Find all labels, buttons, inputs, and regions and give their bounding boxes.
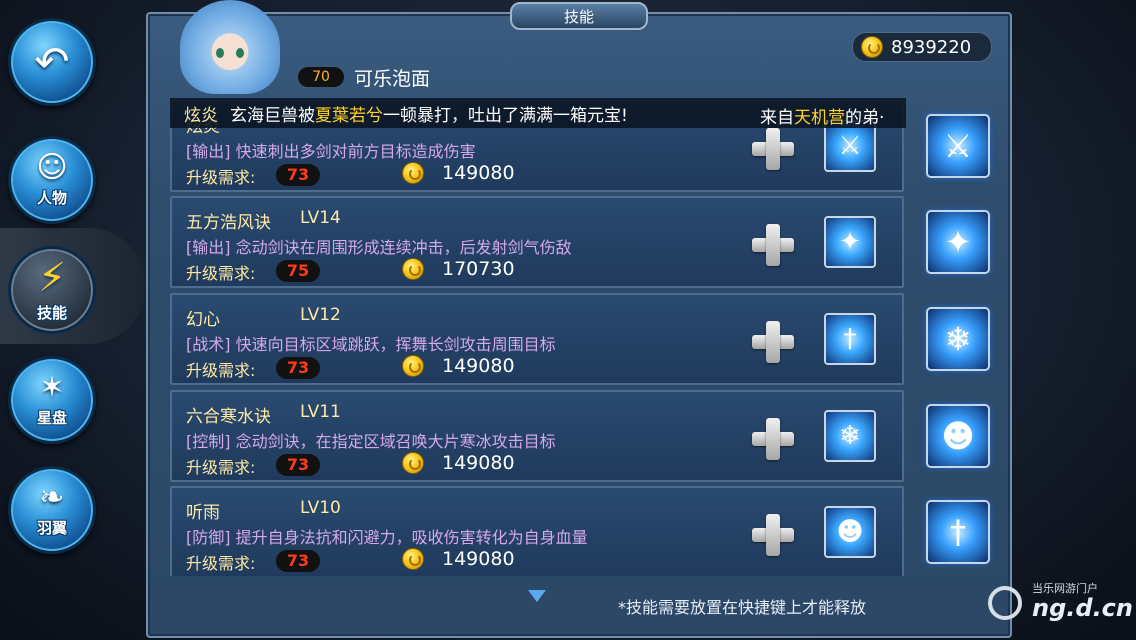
sidebar-item-star-chart[interactable]: ✶ 星盘 <box>8 356 96 444</box>
gold-coin-icon <box>402 548 424 570</box>
broadcast-player-name: 夏葉若兮 <box>315 105 383 126</box>
scroll-down-arrow-icon[interactable] <box>528 590 546 602</box>
sword-aura-skill-icon: ✦ <box>824 216 876 268</box>
upgrade-plus-button[interactable] <box>752 128 794 170</box>
required-level-badge: 75 <box>276 260 320 282</box>
gold-amount: 8939220 <box>891 36 972 58</box>
player-level-badge: 70 <box>298 67 344 87</box>
upgrade-plus-button[interactable] <box>752 514 794 556</box>
skill-level: LV14 <box>300 208 341 228</box>
equipped-skill-slot-4[interactable]: ☻ <box>926 404 990 468</box>
skill-name: 幻心 <box>186 310 220 330</box>
broadcast-source-guild: 天机营 <box>794 108 845 128</box>
ice-crystal-skill-icon: ❄ <box>944 320 972 358</box>
player-name: 可乐泡面 <box>354 68 431 90</box>
skill-row[interactable]: 六合寒水诀 LV11 [控制] 念动剑诀，在指定区域召唤大片寒冰攻击目标 升级需… <box>170 390 904 482</box>
skill-list[interactable]: 炫炎 [输出] 快速刺出多剑对前方目标造成伤害 升级需求: 73 149080 … <box>170 100 906 576</box>
character-icon: ☺ <box>36 149 68 185</box>
sword-aura-skill-icon: ✦ <box>944 223 972 261</box>
upgrade-cost: 149080 <box>442 355 515 377</box>
panel-title: 技能 <box>510 2 648 30</box>
upgrade-requirement-label: 升级需求: <box>186 264 256 283</box>
required-level-badge: 73 <box>276 454 320 476</box>
footer-hint: *技能需要放置在快捷键上才能释放 <box>618 598 867 617</box>
upgrade-cost: 149080 <box>442 452 515 474</box>
gold-display: 8939220 <box>852 32 992 62</box>
broadcast-text-after: 一顿暴打，吐出了满满一箱元宝! <box>383 105 628 126</box>
required-level-badge: 73 <box>276 357 320 379</box>
skill-level: LV12 <box>300 305 341 325</box>
ice-crystal-skill-icon: ❄ <box>824 410 876 462</box>
upgrade-cost: 170730 <box>442 258 515 280</box>
upgrade-cost: 149080 <box>442 548 515 570</box>
wings-icon: ❧ <box>39 479 65 515</box>
broadcast-source-prefix: 来自 <box>760 108 794 128</box>
back-arrow-icon: ↶ <box>34 37 70 86</box>
shadow-sword-skill-icon: ⚔ <box>943 127 973 165</box>
equipped-skill-slot-2[interactable]: ✦ <box>926 210 990 274</box>
sidebar-item-label: 星盘 <box>36 408 67 427</box>
long-sword-skill-icon: † <box>824 313 876 365</box>
gold-coin-icon <box>861 36 883 58</box>
broadcast-text-before: 玄海巨兽被 <box>230 105 315 126</box>
avatar-eye <box>236 48 244 58</box>
watermark-domain: ng.d.cn <box>1032 594 1133 622</box>
back-button[interactable]: ↶ <box>8 18 96 106</box>
skill-description: [输出] 快速刺出多剑对前方目标造成伤害 <box>186 142 476 161</box>
upgrade-requirement-label: 升级需求: <box>186 554 256 573</box>
star-chart-icon: ✶ <box>39 369 65 405</box>
sidebar: ↶ ☺ 人物 ⚡ 技能 ✶ 星盘 ❧ 羽翼 <box>0 0 110 640</box>
skill-name: 听雨 <box>186 503 220 523</box>
equipped-skill-slot-3[interactable]: ❄ <box>926 307 990 371</box>
sidebar-item-skills[interactable]: ⚡ 技能 <box>8 246 96 334</box>
skill-name: 五方浩风诀 <box>186 213 271 233</box>
shadow-figure-skill-icon: ☻ <box>941 417 975 455</box>
skill-row[interactable]: 听雨 LV10 [防御] 提升自身法抗和闪避力，吸收伤害转化为自身血量 升级需求… <box>170 486 904 576</box>
upgrade-plus-button[interactable] <box>752 321 794 363</box>
broadcast-source: 来自天机营的弟· <box>760 103 884 128</box>
sidebar-item-label: 羽翼 <box>36 518 67 537</box>
equipped-skill-slot-1[interactable]: ⚔ <box>926 114 990 178</box>
skill-level: LV10 <box>300 498 341 518</box>
skill-icon: ⚡ <box>37 254 67 301</box>
gold-coin-icon <box>402 452 424 474</box>
upgrade-requirement-label: 升级需求: <box>186 458 256 477</box>
sword-strike-skill-icon: † <box>950 513 966 551</box>
broadcast-banner: 炫炎 玄海巨兽被 夏葉若兮 一顿暴打，吐出了满满一箱元宝! 来自天机营的弟· <box>170 98 906 128</box>
avatar-eye <box>216 48 224 58</box>
gold-coin-icon <box>402 162 424 184</box>
upgrade-requirement-label: 升级需求: <box>186 361 256 380</box>
upgrade-requirement-label: 升级需求: <box>186 168 256 187</box>
skill-description: [防御] 提升自身法抗和闪避力，吸收伤害转化为自身血量 <box>186 528 588 547</box>
skill-name: 六合寒水诀 <box>186 407 271 427</box>
upgrade-cost: 149080 <box>442 162 515 184</box>
sidebar-item-wings[interactable]: ❧ 羽翼 <box>8 466 96 554</box>
skill-description: [战术] 快速向目标区域跳跃，挥舞长剑攻击周围目标 <box>186 335 556 354</box>
sidebar-item-label: 技能 <box>36 303 67 322</box>
required-level-badge: 73 <box>276 550 320 572</box>
gold-coin-icon <box>402 355 424 377</box>
skill-row[interactable]: 幻心 LV12 [战术] 快速向目标区域跳跃，挥舞长剑攻击周围目标 升级需求: … <box>170 293 904 385</box>
upgrade-plus-button[interactable] <box>752 224 794 266</box>
avatar <box>180 0 280 94</box>
broadcast-tag: 炫炎 <box>184 105 218 126</box>
broadcast-source-suffix: 的弟· <box>845 108 885 128</box>
skill-row[interactable]: 五方浩风诀 LV14 [输出] 念动剑诀在周围形成连续冲击，后发射剑气伤敌 升级… <box>170 196 904 288</box>
required-level-badge: 73 <box>276 164 320 186</box>
sidebar-item-character[interactable]: ☺ 人物 <box>8 136 96 224</box>
skill-level: LV11 <box>300 402 341 422</box>
upgrade-plus-button[interactable] <box>752 418 794 460</box>
skill-description: [控制] 念动剑诀，在指定区域召唤大片寒冰攻击目标 <box>186 432 556 451</box>
gold-coin-icon <box>402 258 424 280</box>
sidebar-item-label: 人物 <box>36 188 67 207</box>
equipped-skill-slot-5[interactable]: † <box>926 500 990 564</box>
skill-description: [输出] 念动剑诀在周围形成连续冲击，后发射剑气伤敌 <box>186 238 572 257</box>
watermark-logo-icon <box>988 586 1022 620</box>
watermark: 当乐网游门户 ng.d.cn <box>988 580 1133 630</box>
shadow-figure-skill-icon: ☻ <box>824 506 876 558</box>
